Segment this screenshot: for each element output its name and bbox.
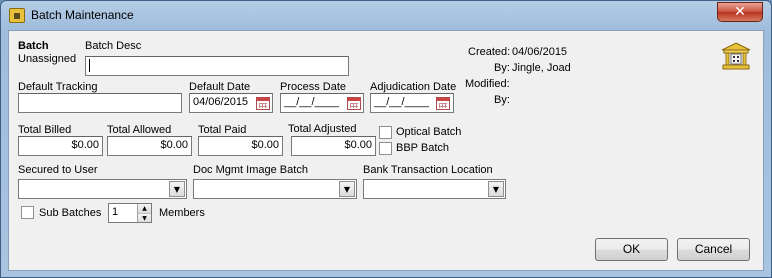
chevron-down-icon[interactable]: ▼ <box>488 181 504 197</box>
members-spinner[interactable]: 1 ▲ ▼ <box>108 203 152 223</box>
created-date: 04/06/2015 <box>512 46 568 58</box>
close-button[interactable]: ✕ <box>717 2 763 22</box>
bank-transaction-location-select[interactable]: ▼ <box>363 179 506 199</box>
total-billed-input[interactable]: $0.00 <box>18 136 103 156</box>
default-tracking-label: Default Tracking <box>18 81 98 93</box>
title-bar[interactable]: Batch Maintenance ✕ <box>1 1 771 29</box>
secured-to-user-select[interactable]: ▼ <box>18 179 187 199</box>
default-tracking-input[interactable] <box>18 93 182 113</box>
batch-number: Unassigned <box>18 53 77 65</box>
calendar-icon[interactable] <box>436 97 450 110</box>
members-label: Members <box>159 207 205 219</box>
created-by: Jingle, Joad <box>512 62 571 74</box>
calendar-icon[interactable] <box>256 97 270 110</box>
optical-batch-checkbox[interactable] <box>379 126 392 139</box>
batch-label: Batch <box>18 40 49 52</box>
total-allowed-input[interactable]: $0.00 <box>107 136 192 156</box>
doc-mgmt-image-batch-select[interactable]: ▼ <box>193 179 357 199</box>
bank-icon <box>721 42 751 70</box>
created-by-label: By: <box>494 62 510 74</box>
total-adjusted-input[interactable]: $0.00 <box>291 136 376 156</box>
adjudication-date-label: Adjudication Date <box>370 81 457 93</box>
bbp-batch-label[interactable]: BBP Batch <box>396 142 449 154</box>
chevron-down-icon[interactable]: ▼ <box>169 181 185 197</box>
total-paid-label: Total Paid <box>198 124 247 136</box>
doc-mgmt-image-batch-label: Doc Mgmt Image Batch <box>193 164 308 176</box>
default-date-value: 04/06/2015 <box>193 96 249 108</box>
dialog-body: Batch Unassigned Batch Desc Created: 04/… <box>8 30 764 271</box>
sub-batches-checkbox[interactable] <box>21 206 34 219</box>
cancel-button[interactable]: Cancel <box>677 238 750 261</box>
secured-to-user-label: Secured to User <box>18 164 98 176</box>
bbp-batch-checkbox[interactable] <box>379 142 392 155</box>
chevron-down-icon[interactable]: ▼ <box>339 181 355 197</box>
members-count: 1 <box>112 206 119 218</box>
spinner-up-icon[interactable]: ▲ <box>137 204 151 213</box>
optical-batch-label[interactable]: Optical Batch <box>396 126 461 138</box>
created-label: Created: <box>468 46 511 58</box>
bank-icon <box>9 8 25 23</box>
batch-desc-label: Batch Desc <box>85 40 142 52</box>
spinner-down-icon[interactable]: ▼ <box>137 213 151 222</box>
total-adjusted-label: Total Adjusted <box>288 123 357 135</box>
total-allowed-label: Total Allowed <box>107 124 172 136</box>
batch-desc-input[interactable] <box>85 56 349 76</box>
batch-maintenance-window: Batch Maintenance ✕ Batch Unassigned Bat… <box>0 0 772 278</box>
modified-by-label: By: <box>494 94 510 106</box>
sub-batches-label[interactable]: Sub Batches <box>39 207 101 219</box>
process-date-value: __/__/____ <box>284 96 340 108</box>
process-date-label: Process Date <box>280 81 347 93</box>
window-title: Batch Maintenance <box>31 8 134 22</box>
ok-button[interactable]: OK <box>595 238 668 261</box>
total-billed-label: Total Billed <box>18 124 72 136</box>
modified-label: Modified: <box>465 78 510 90</box>
default-date-label: Default Date <box>189 81 251 93</box>
total-paid-input[interactable]: $0.00 <box>198 136 283 156</box>
adjudication-date-value: __/__/____ <box>374 96 430 108</box>
calendar-icon[interactable] <box>347 97 361 110</box>
bank-transaction-location-label: Bank Transaction Location <box>363 164 493 176</box>
